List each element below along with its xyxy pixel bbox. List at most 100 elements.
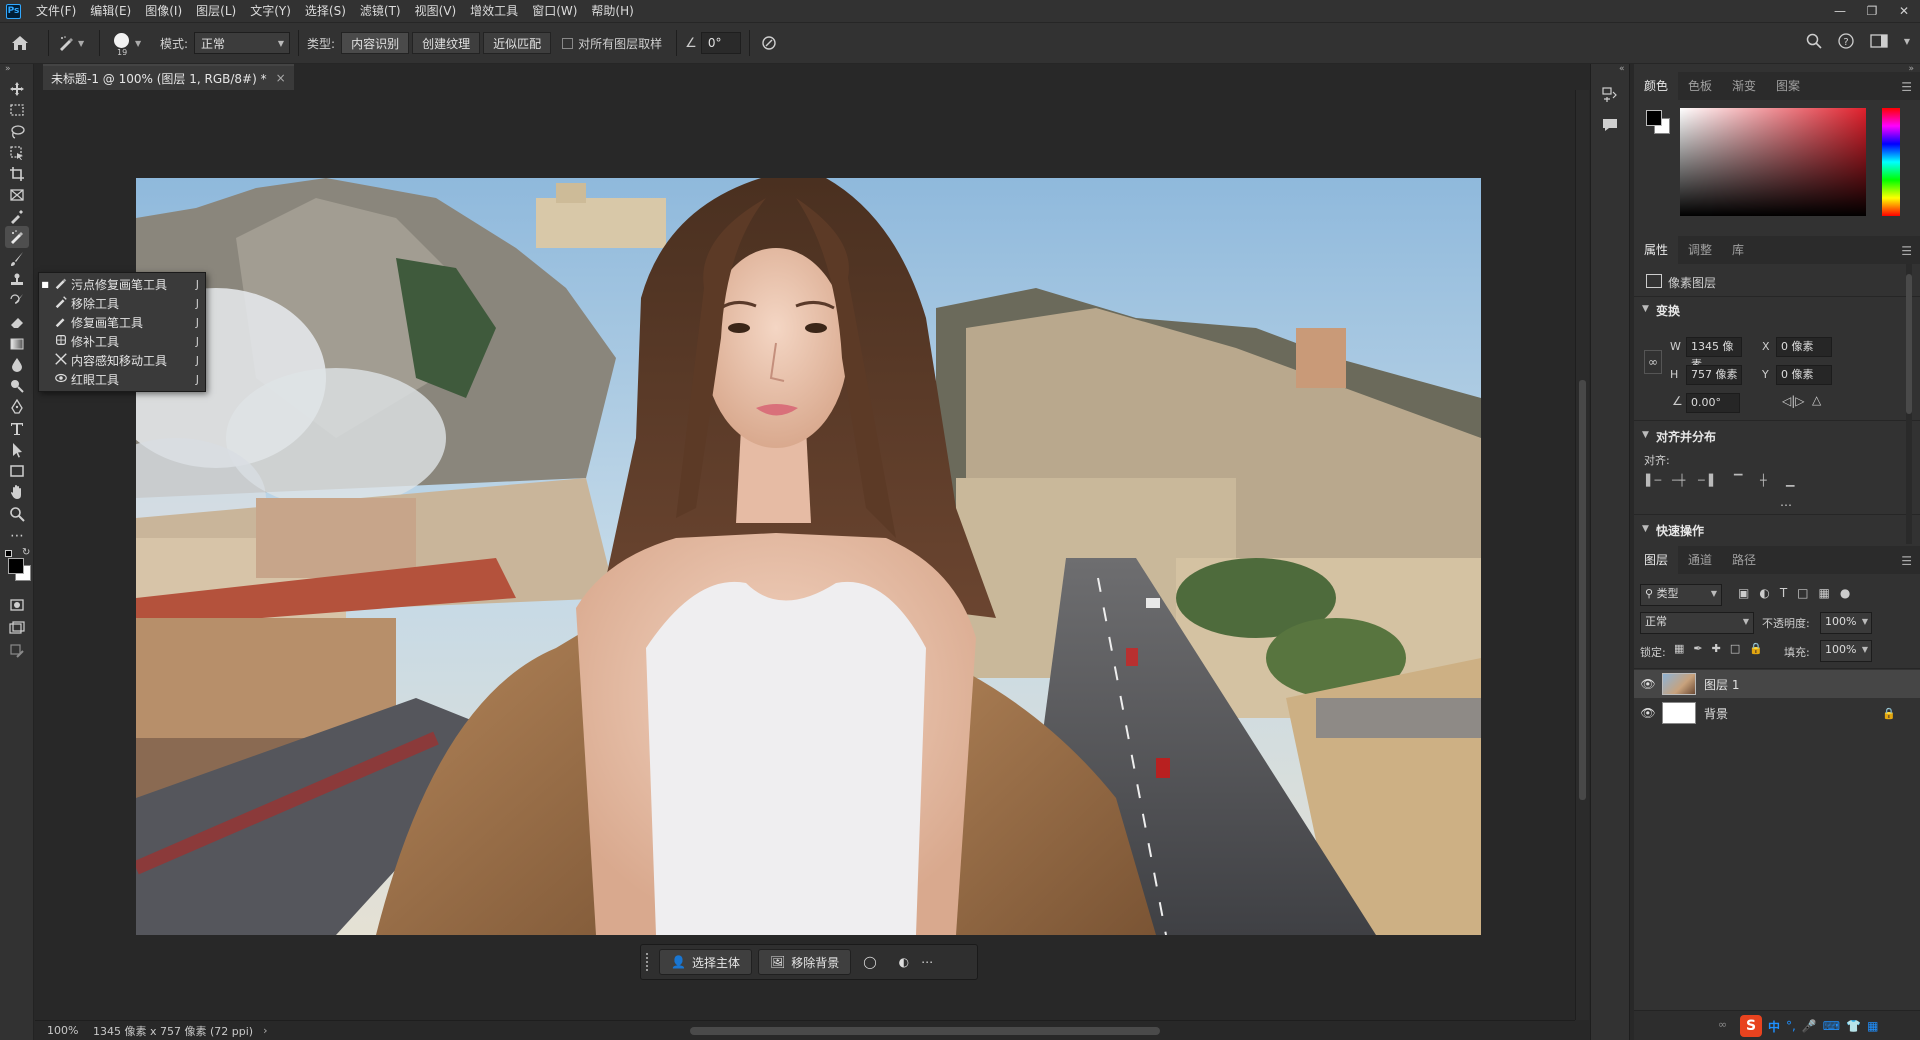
marquee-tool-icon[interactable] <box>5 99 29 121</box>
sample-all-checkbox[interactable] <box>562 37 574 49</box>
filter-adjustment-icon[interactable]: ◐ <box>1759 586 1769 600</box>
tab-properties[interactable]: 属性 <box>1634 236 1679 264</box>
tab-layers[interactable]: 图层 <box>1634 546 1679 574</box>
height-field[interactable]: 757 像素 <box>1686 365 1742 385</box>
pressure-size-icon[interactable] <box>758 35 780 51</box>
frame-tool-icon[interactable] <box>5 184 29 206</box>
menu-filter[interactable]: 滤镜(T) <box>353 0 408 22</box>
foreground-color-swatch[interactable] <box>8 558 24 574</box>
search-icon[interactable] <box>1806 33 1822 49</box>
align-right-icon[interactable]: ─▐ <box>1698 474 1734 487</box>
sogou-logo-icon[interactable]: S <box>1740 1015 1762 1037</box>
ime-mode-label[interactable]: 中 <box>1768 1018 1780 1035</box>
default-colors-icon[interactable] <box>5 550 12 557</box>
align-bottom-icon[interactable]: ▁ <box>1786 474 1812 487</box>
menu-view[interactable]: 视图(V) <box>408 0 464 22</box>
remove-background-button[interactable]: 🖼 移除背景 <box>757 949 852 975</box>
color-fg-bg-swatches[interactable] <box>1646 110 1674 138</box>
tab-paths[interactable]: 路径 <box>1722 546 1766 574</box>
history-brush-tool-icon[interactable] <box>5 290 29 312</box>
menu-type[interactable]: 文字(Y) <box>243 0 298 22</box>
path-selection-tool-icon[interactable] <box>5 439 29 461</box>
help-icon[interactable]: ? <box>1838 33 1854 49</box>
tab-swatches[interactable]: 色板 <box>1678 72 1722 100</box>
horizontal-scrollbar[interactable] <box>230 1027 1550 1035</box>
layer-filter-select[interactable]: ⚲ 类型 ▼ <box>1640 584 1722 606</box>
chevron-down-icon[interactable]: ▼ <box>1642 524 1649 534</box>
close-tab-icon[interactable]: × <box>276 71 286 85</box>
menu-help[interactable]: 帮助(H) <box>584 0 640 22</box>
filter-type-icon[interactable]: T <box>1780 586 1787 600</box>
more-options-icon[interactable]: ⋯ <box>921 955 933 969</box>
zoom-level[interactable]: 100% <box>35 1024 87 1037</box>
history-panel-icon[interactable] <box>1601 86 1619 107</box>
flyout-item-remove-tool[interactable]: 移除工具 J <box>39 294 205 313</box>
rectangle-tool-icon[interactable] <box>5 460 29 482</box>
flip-horizontal-icon[interactable]: ◁|▷ <box>1782 394 1805 408</box>
filter-toggle-icon[interactable]: ● <box>1840 586 1850 600</box>
mode-select[interactable]: 正常 ▼ <box>194 32 291 54</box>
opacity-field[interactable]: 100% ▼ <box>1820 612 1872 634</box>
zoom-tool-icon[interactable] <box>5 503 29 525</box>
rotation-field[interactable]: 0.00° <box>1686 393 1740 413</box>
eyedropper-tool-icon[interactable] <box>5 205 29 227</box>
link-layers-icon[interactable]: ∞ <box>1718 1018 1727 1031</box>
tab-patterns[interactable]: 图案 <box>1766 72 1810 100</box>
blend-mode-select[interactable]: 正常 ▼ <box>1640 612 1754 634</box>
flip-vertical-icon[interactable]: △ <box>1812 393 1821 407</box>
menu-file[interactable]: 文件(F) <box>29 0 83 22</box>
layer-name[interactable]: 背景 <box>1704 705 1728 722</box>
workspace-icon[interactable] <box>1870 33 1888 49</box>
tab-gradients[interactable]: 渐变 <box>1722 72 1766 100</box>
filter-pixel-icon[interactable]: ▣ <box>1738 586 1749 600</box>
eye-icon[interactable]: 👁 <box>1634 706 1662 720</box>
swap-colors-icon[interactable]: ↻ <box>22 547 30 558</box>
crop-tool-icon[interactable] <box>5 163 29 185</box>
layer-row[interactable]: 👁 背景 🔒 <box>1634 699 1920 727</box>
restore-icon[interactable]: ❐ <box>1856 0 1888 22</box>
flyout-item-healing-brush[interactable]: 修复画笔工具 J <box>39 313 205 332</box>
align-top-icon[interactable]: ▔ <box>1734 474 1760 487</box>
menu-window[interactable]: 窗口(W) <box>525 0 584 22</box>
brush-tool-icon[interactable] <box>5 248 29 270</box>
tab-adjustments[interactable]: 调整 <box>1678 236 1722 264</box>
layer-name[interactable]: 图层 1 <box>1704 676 1739 693</box>
chevron-down-icon[interactable]: ▼ <box>1642 430 1649 440</box>
flyout-item-spot-healing[interactable]: ■ 污点修复画笔工具 J <box>39 275 205 294</box>
edit-toolbar-icon[interactable] <box>5 640 29 662</box>
vertical-scrollbar[interactable] <box>1575 90 1589 1020</box>
content-aware-button[interactable]: 内容识别 <box>341 32 410 54</box>
x-field[interactable]: 0 像素 <box>1776 337 1832 357</box>
filter-smart-object-icon[interactable]: ▦ <box>1819 586 1830 600</box>
scroll-thumb[interactable] <box>1906 274 1912 414</box>
menu-edit[interactable]: 编辑(E) <box>83 0 138 22</box>
tool-preset-picker[interactable]: ▼ <box>57 34 91 52</box>
spot-healing-brush-tool-icon[interactable] <box>5 226 29 248</box>
scroll-thumb[interactable] <box>1579 380 1586 800</box>
eye-icon[interactable]: 👁 <box>1634 677 1662 691</box>
screen-mode-icon[interactable] <box>5 617 29 639</box>
properties-scrollbar[interactable] <box>1906 264 1912 544</box>
hand-tool-icon[interactable] <box>5 481 29 503</box>
color-field[interactable] <box>1680 108 1866 216</box>
color-swatches[interactable]: ↻ <box>5 547 31 582</box>
lasso-tool-icon[interactable] <box>5 121 29 143</box>
panel-menu-icon[interactable]: ☰ <box>1901 244 1912 258</box>
lock-pixels-icon[interactable]: ✒ <box>1693 642 1702 655</box>
menu-image[interactable]: 图像(I) <box>138 0 189 22</box>
tab-libraries[interactable]: 库 <box>1722 236 1754 264</box>
keyboard-icon[interactable]: ⌨ <box>1823 1019 1840 1033</box>
collapse-arrows-icon[interactable]: « <box>1619 64 1625 74</box>
link-icon[interactable]: ∞ <box>1644 350 1662 374</box>
type-tool-icon[interactable] <box>5 418 29 440</box>
panel-menu-icon[interactable]: ☰ <box>1901 80 1912 94</box>
microphone-icon[interactable]: 🎤 <box>1802 1019 1817 1033</box>
flyout-item-content-aware-move[interactable]: 内容感知移动工具 J <box>39 351 205 370</box>
hue-slider[interactable] <box>1882 108 1900 216</box>
skin-icon[interactable]: 👕 <box>1846 1019 1861 1033</box>
object-selection-tool-icon[interactable] <box>5 142 29 164</box>
toolbox-icon[interactable]: ▦ <box>1867 1019 1878 1033</box>
flyout-item-red-eye[interactable]: 红眼工具 J <box>39 370 205 389</box>
brush-size-picker[interactable]: 19 ▼ <box>108 26 150 60</box>
angle-field[interactable]: 0° <box>700 32 741 54</box>
